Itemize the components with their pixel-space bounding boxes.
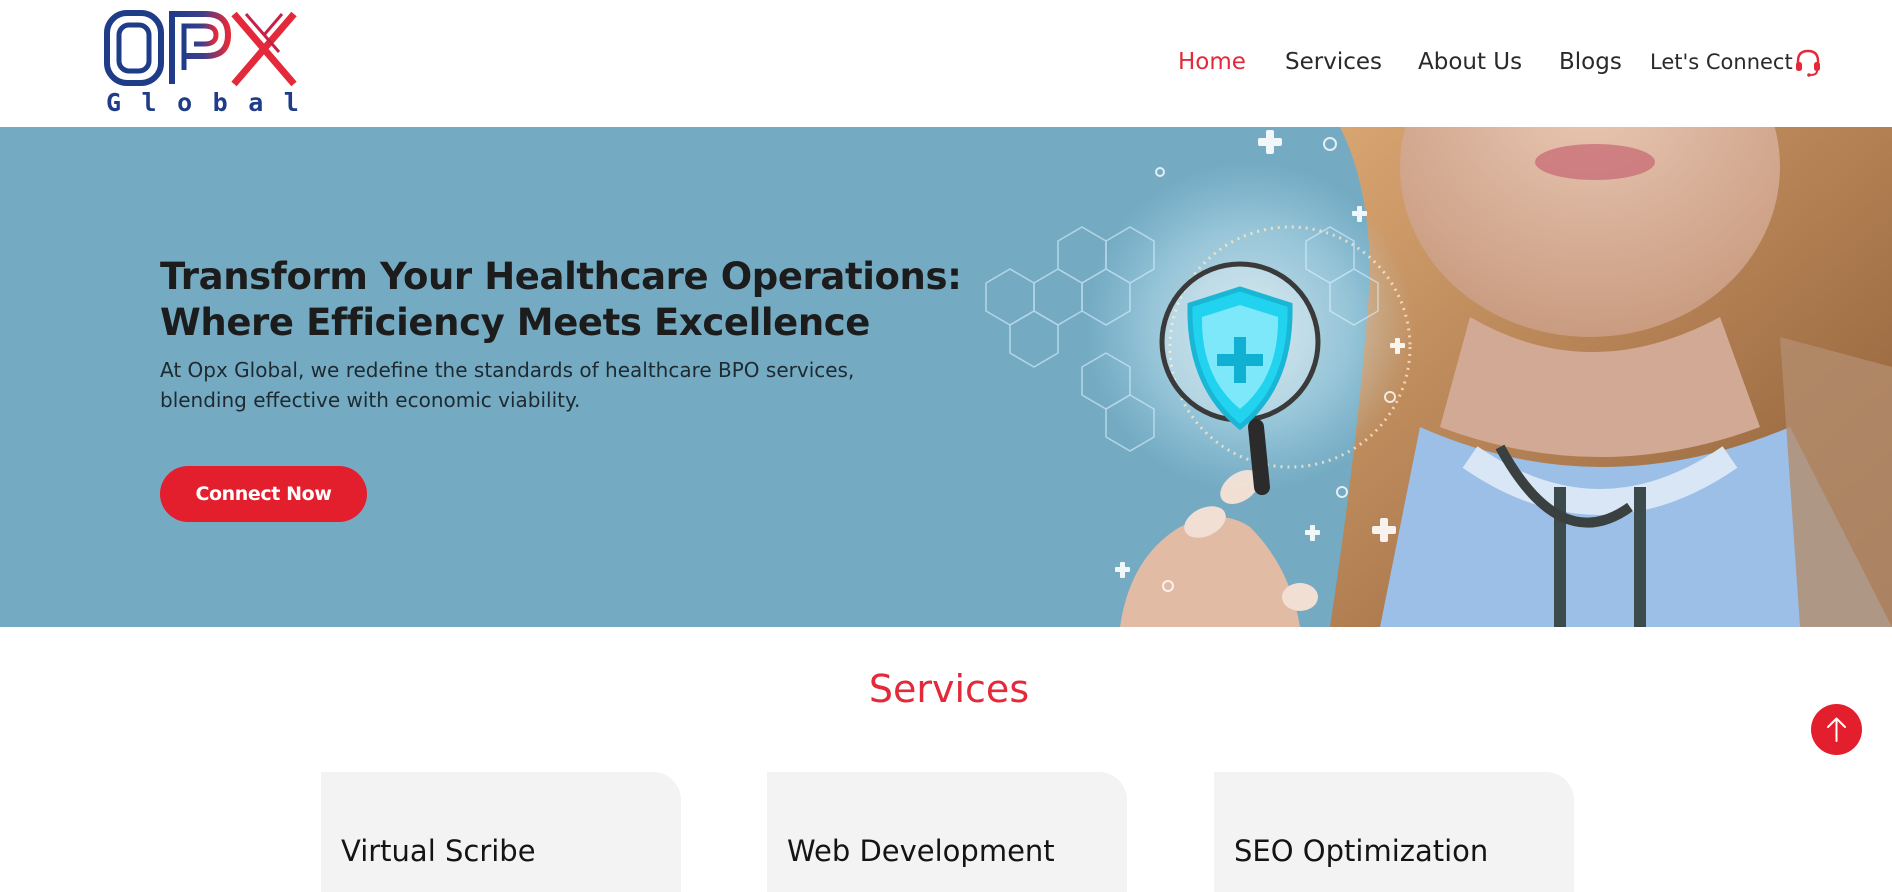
service-card-title: Virtual Scribe [341, 834, 536, 868]
arrow-up-icon [1827, 717, 1846, 742]
hero-subtitle-line-2: blending effective with economic viabili… [160, 388, 581, 412]
logo-mark-icon [104, 10, 297, 87]
nav-home[interactable]: Home [1178, 44, 1246, 80]
scroll-to-top-button[interactable] [1811, 704, 1862, 755]
service-card-web-development[interactable]: Web Development [767, 772, 1127, 892]
service-card-virtual-scribe[interactable]: Virtual Scribe [321, 772, 681, 892]
nav-blogs[interactable]: Blogs [1559, 44, 1622, 80]
hero-banner: Transform Your Healthcare Operations: Wh… [0, 127, 1892, 627]
hero-title-line-1: Transform Your Healthcare Operations: [160, 255, 962, 298]
site-header: Global Home Services About Us Blogs Let'… [0, 0, 1892, 127]
hero-title: Transform Your Healthcare Operations: Wh… [160, 254, 980, 346]
logo-subtitle: Global [106, 88, 320, 117]
lets-connect-link[interactable]: Let's Connect [1650, 44, 1793, 80]
connect-now-button[interactable]: Connect Now [160, 466, 367, 522]
hero-subtitle-line-1: At Opx Global, we redefine the standards… [160, 358, 855, 382]
logo[interactable]: Global [104, 10, 300, 120]
nav-services[interactable]: Services [1285, 44, 1382, 80]
services-heading: Services [868, 667, 1030, 711]
hero-subtitle: At Opx Global, we redefine the standards… [160, 355, 920, 415]
headset-icon[interactable] [1793, 47, 1823, 77]
service-card-title: SEO Optimization [1234, 834, 1489, 868]
service-card-title: Web Development [787, 834, 1055, 868]
nav-about-us[interactable]: About Us [1418, 44, 1522, 80]
service-card-seo-optimization[interactable]: SEO Optimization [1214, 772, 1574, 892]
hero-title-line-2: Where Efficiency Meets Excellence [160, 301, 870, 344]
